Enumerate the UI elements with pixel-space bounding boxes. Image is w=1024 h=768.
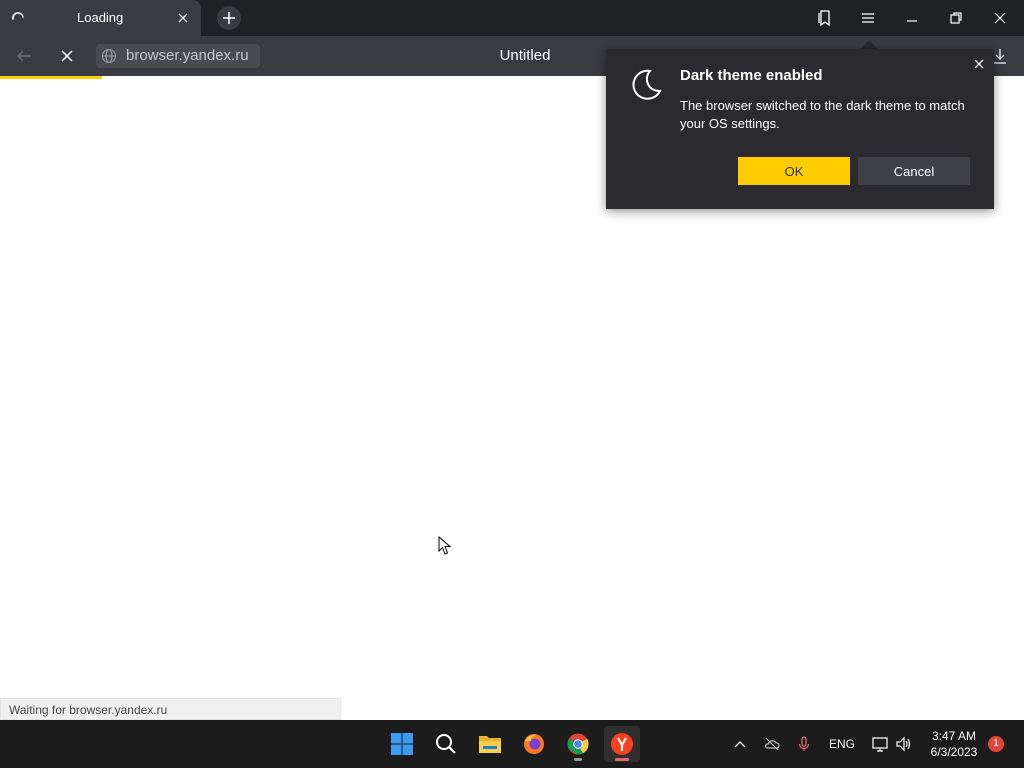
cancel-button[interactable]: Cancel — [858, 157, 970, 185]
clock[interactable]: 3:47 AM 6/3/2023 — [922, 728, 986, 760]
new-tab-button[interactable] — [217, 6, 241, 30]
tab-close-icon[interactable] — [175, 10, 191, 26]
status-bubble: Waiting for browser.yandex.ru — [0, 698, 341, 720]
menu-icon[interactable] — [859, 9, 877, 27]
bookmarks-icon[interactable] — [815, 9, 833, 27]
arrow-left-icon — [17, 50, 31, 62]
search-button[interactable] — [428, 726, 464, 762]
firefox-button[interactable] — [516, 726, 552, 762]
volume-icon[interactable] — [895, 736, 911, 752]
windows-start-icon — [391, 733, 413, 755]
show-hidden-icons-chevron-icon[interactable] — [732, 736, 748, 752]
minimize-icon[interactable] — [903, 9, 921, 27]
notification-badge[interactable]: 1 — [988, 736, 1004, 752]
file-explorer-icon — [479, 736, 501, 753]
globe-icon — [101, 48, 117, 64]
plus-icon — [223, 12, 235, 24]
url-field[interactable]: browser.yandex.ru — [96, 44, 260, 68]
running-indicator — [574, 758, 582, 761]
yandex-browser-icon — [611, 733, 633, 755]
active-indicator — [615, 758, 629, 761]
microphone-icon[interactable] — [796, 736, 812, 752]
language-indicator[interactable]: ENG — [829, 737, 855, 751]
stop-loading-button[interactable] — [58, 47, 76, 65]
file-explorer-button[interactable] — [472, 726, 508, 762]
loading-spinner-icon — [10, 10, 26, 26]
firefox-icon — [524, 734, 544, 754]
moon-icon — [628, 67, 664, 103]
page-title: Untitled — [499, 47, 551, 64]
tab-title: Loading — [77, 10, 124, 25]
windows-start-button[interactable] — [384, 726, 420, 762]
onedrive-offline-icon[interactable] — [764, 736, 780, 752]
url-text: browser.yandex.ru — [126, 47, 249, 64]
popup-message: The browser switched to the dark theme t… — [680, 98, 965, 131]
back-button[interactable] — [14, 47, 34, 65]
browser-tab[interactable]: Loading — [0, 0, 201, 36]
mouse-cursor-icon — [438, 535, 452, 556]
yandex-browser-button[interactable] — [604, 726, 640, 762]
ok-button[interactable]: OK — [738, 157, 850, 185]
restore-icon[interactable] — [947, 9, 965, 27]
network-icon[interactable] — [872, 736, 888, 752]
taskbar: ENG 3:47 AM 6/3/2023 1 — [0, 720, 1024, 768]
window-close-icon[interactable] — [991, 9, 1009, 27]
tab-strip: Loading — [0, 0, 1024, 36]
load-progress-bar — [0, 76, 102, 79]
chrome-icon — [567, 733, 589, 755]
popup-close-icon[interactable] — [972, 57, 986, 71]
clock-time: 3:47 AM — [931, 729, 977, 743]
clock-date: 6/3/2023 — [930, 745, 978, 759]
close-icon — [61, 50, 73, 62]
popup-title: Dark theme enabled — [680, 67, 823, 84]
chrome-button[interactable] — [560, 726, 596, 762]
search-icon — [436, 734, 456, 754]
dark-theme-popup: Dark theme enabled The browser switched … — [606, 49, 994, 209]
